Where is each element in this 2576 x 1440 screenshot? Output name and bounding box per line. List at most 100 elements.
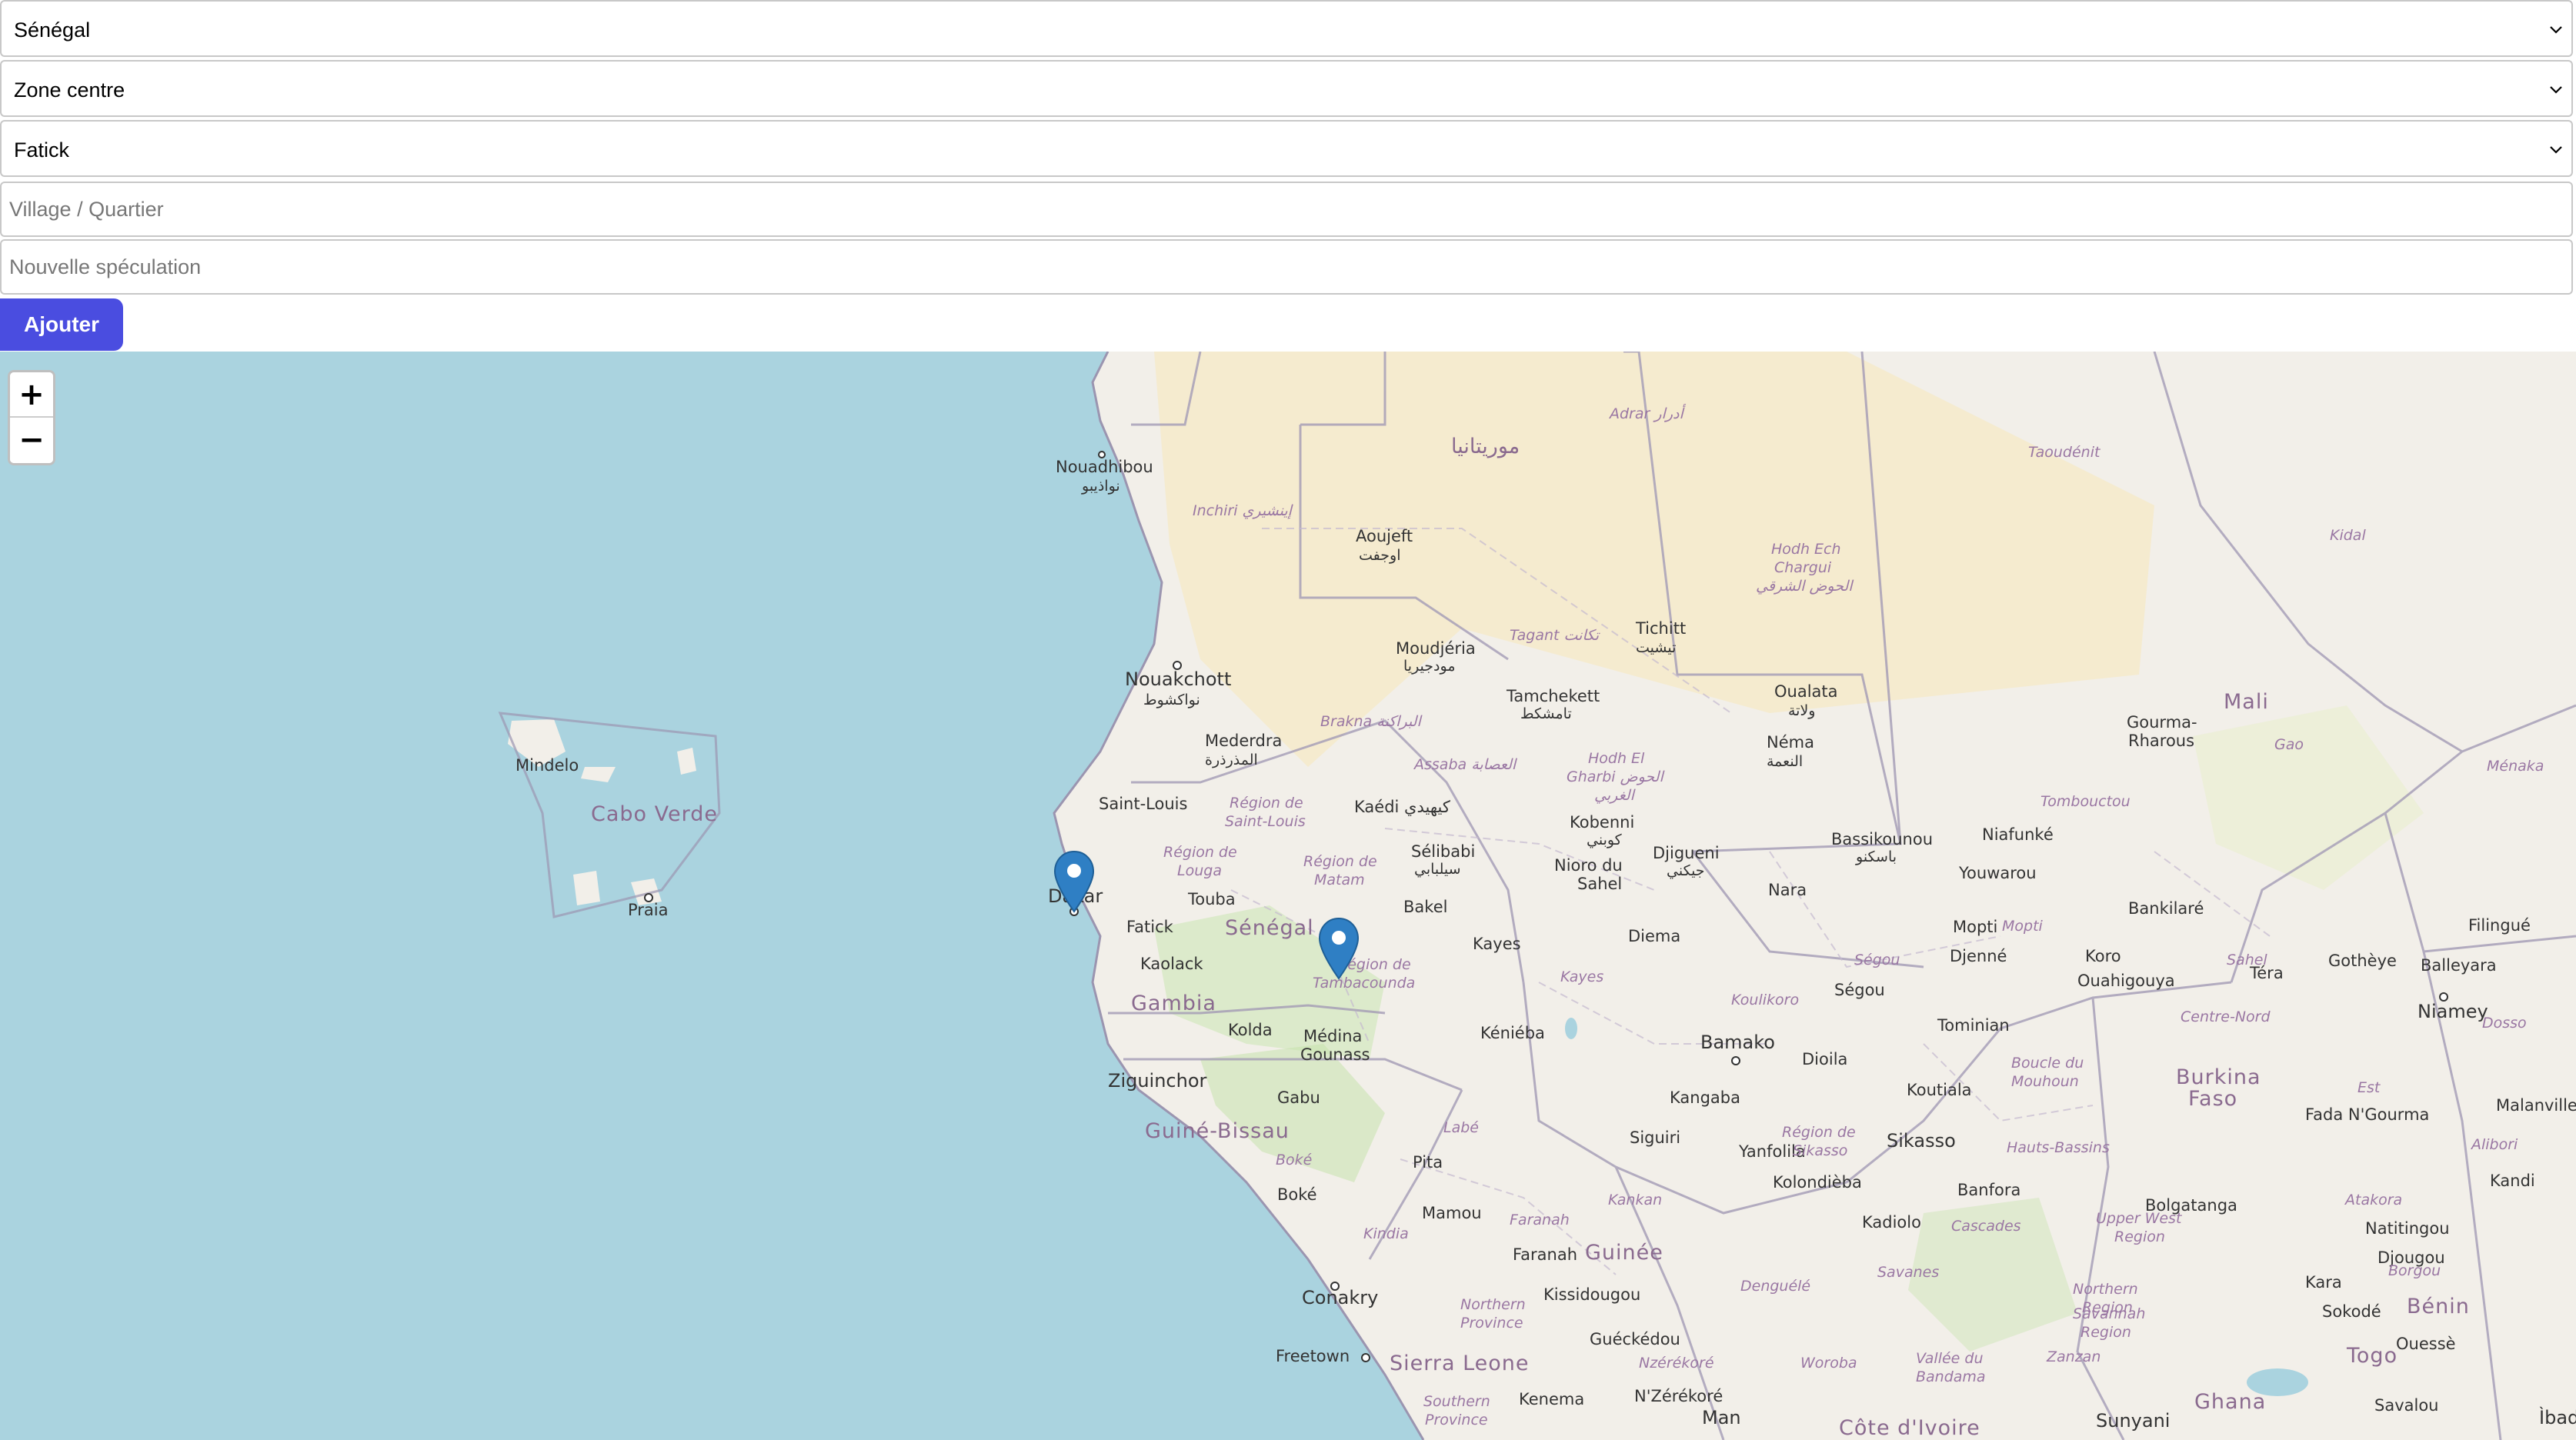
map-label: Borgou (2388, 1262, 2441, 1279)
country-select[interactable]: Sénégal (0, 0, 2573, 57)
zoom-in-button[interactable]: + (10, 372, 53, 418)
map-label: جيكني (1667, 862, 1705, 879)
map-label: Adrar أدرار (1610, 405, 1683, 422)
map-label: Siguiri (1630, 1128, 1681, 1147)
map-label: Ìbad (2539, 1407, 2576, 1428)
map-label: Kangaba (1670, 1088, 1740, 1107)
map-label: Savanes (1877, 1264, 1940, 1281)
map-label: Cabo Verde (591, 802, 718, 826)
map-label: Sélibabi (1411, 842, 1476, 861)
map-label: Bakel (1403, 898, 1448, 916)
map[interactable]: Nouadhibou نواذيبو Inchiri إينشيري Aouje… (0, 352, 2576, 1440)
map-label: Tominian (1937, 1016, 2010, 1035)
map-label: Hodh Ech (1771, 541, 1841, 558)
map-label: Sikasso (1793, 1142, 1848, 1159)
zone-select[interactable]: Zone centre (0, 60, 2573, 117)
map-label: Upper West (2096, 1210, 2182, 1227)
map-label: Natitingou (2365, 1219, 2450, 1238)
map-label: Vallée du (1916, 1350, 1984, 1367)
map-label: Burkina (2176, 1065, 2261, 1089)
map-label: Nara (1768, 881, 1807, 899)
map-label: Pita (1413, 1153, 1443, 1172)
map-label: Taoudénit (2028, 444, 2101, 461)
add-button[interactable]: Ajouter (0, 298, 123, 351)
map-label: Kankan (1608, 1192, 1663, 1208)
map-label: Sokodé (2322, 1302, 2381, 1321)
map-label: Region (2114, 1228, 2165, 1245)
map-label: Oualata (1774, 682, 1838, 701)
map-label: Kara (2305, 1273, 2342, 1292)
map-label: Chargui (1774, 559, 1832, 576)
map-label: Faso (2188, 1087, 2238, 1111)
map-label: Ouahigouya (2077, 972, 2175, 990)
map-label: Diema (1628, 927, 1681, 945)
map-label: Ziguinchor (1108, 1070, 1207, 1092)
map-label: Ouessè (2396, 1335, 2456, 1353)
map-label: Bassikounou (1831, 830, 1934, 848)
map-label: Néma (1767, 733, 1814, 752)
map-label: Bandama (1916, 1368, 1986, 1385)
map-label: Boké (1277, 1185, 1317, 1204)
map-label: Kayes (1560, 968, 1604, 985)
map-label: Conakry (1302, 1287, 1379, 1308)
map-label: Atakora (2345, 1192, 2403, 1208)
map-label: Fada N'Gourma (2305, 1105, 2430, 1124)
map-label: Gothèye (2328, 952, 2397, 970)
country-select-value: Sénégal (14, 18, 91, 42)
map-label: Mopti (2002, 918, 2043, 935)
map-label: النعمة (1767, 753, 1804, 770)
map-label: Boké (1276, 1152, 1313, 1168)
map-label: Rharous (2128, 732, 2195, 750)
map-label: Malanville (2496, 1096, 2576, 1115)
map-label: Banfora (1957, 1181, 2021, 1199)
map-label: Bankilaré (2128, 899, 2204, 918)
map-label: Kobenni (1570, 813, 1635, 832)
map-label: Gao (2274, 736, 2304, 753)
map-label: Province (1425, 1412, 1488, 1428)
map-label: Savalou (2374, 1396, 2439, 1415)
map-label: Matam (1314, 872, 1365, 888)
map-label: باسكنو (1856, 848, 1897, 865)
map-label: Mederdra (1205, 732, 1283, 750)
village-input[interactable] (0, 182, 2573, 237)
map-label: Koutiala (1907, 1081, 1972, 1099)
map-label: Cascades (1951, 1218, 2021, 1235)
map-label: Hauts-Bassins (2007, 1139, 2110, 1156)
chevron-down-icon (2550, 146, 2562, 154)
map-label: Est (2357, 1079, 2381, 1096)
map-label: Touba (1188, 890, 1236, 908)
region-select[interactable]: Fatick (0, 120, 2573, 177)
map-label: Tichitt (1636, 619, 1687, 638)
map-label: Kissidougou (1543, 1285, 1641, 1304)
zoom-out-button[interactable]: − (10, 418, 53, 463)
map-label: Fatick (1126, 918, 1173, 936)
map-label: Ségou (1834, 981, 1885, 999)
map-label: Kayes (1473, 935, 1521, 953)
map-label: Faranah (1510, 1212, 1570, 1228)
map-label: Faranah (1513, 1245, 1578, 1264)
map-label: Boucle du (2011, 1055, 2084, 1072)
chevron-down-icon (2550, 26, 2562, 34)
map-label: Kenema (1519, 1390, 1585, 1408)
speculation-input[interactable] (0, 239, 2573, 295)
map-label: Praia (628, 901, 669, 919)
map-marker-dakar[interactable] (1053, 850, 1095, 913)
map-label: Niamey (2418, 1001, 2488, 1022)
map-label: Djigueni (1653, 844, 1720, 862)
map-label: Northern (1460, 1296, 1526, 1313)
map-label: Nioro du (1554, 856, 1623, 875)
map-label: Kadiolo (1862, 1213, 1921, 1232)
map-label: Denguélé (1740, 1278, 1811, 1295)
map-label: Assaba العصابة (1414, 756, 1517, 773)
map-marker-tambacounda[interactable] (1318, 917, 1360, 980)
map-label: Savannah (2073, 1305, 2146, 1322)
map-label: Nouakchott (1125, 668, 1232, 690)
map-label: Centre-Nord (2181, 1008, 2271, 1025)
map-label: Aoujeft (1356, 527, 1413, 545)
zone-select-value: Zone centre (14, 78, 125, 102)
map-label: Zanzan (2047, 1348, 2101, 1365)
map-label: سيلبابي (1414, 861, 1461, 878)
map-label: Balleyara (2421, 956, 2497, 975)
map-label: Southern (1423, 1393, 1490, 1410)
map-label: Mamou (1422, 1204, 1482, 1222)
